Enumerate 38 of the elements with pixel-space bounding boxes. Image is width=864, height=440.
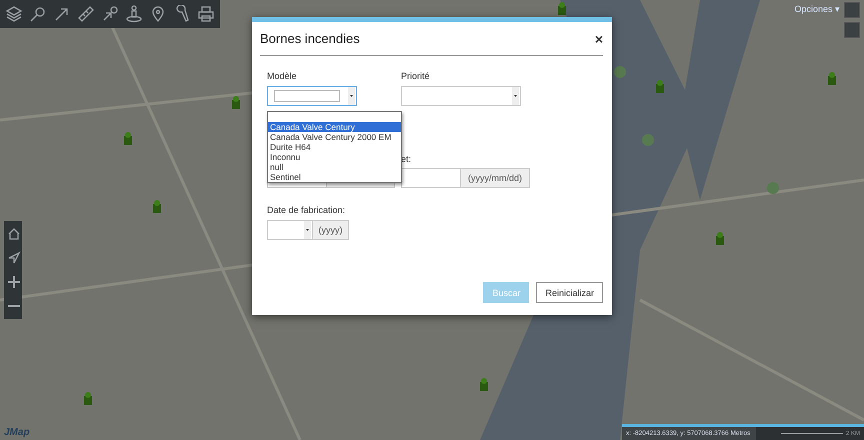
date-input[interactable]	[401, 168, 461, 188]
dropdown-option[interactable]: Durite H64	[268, 142, 401, 152]
year-select[interactable]	[267, 220, 313, 240]
person-icon[interactable]	[124, 3, 144, 25]
hydrant-icon[interactable]	[153, 200, 161, 213]
caret-icon	[512, 87, 519, 105]
dropdown-option[interactable]: Canada Valve Century	[268, 122, 401, 132]
model-select[interactable]	[267, 86, 357, 106]
tree-icon[interactable]	[767, 182, 779, 194]
tree-icon[interactable]	[614, 66, 626, 78]
dropdown-option[interactable]: Sentinel	[268, 172, 401, 182]
hydrant-icon[interactable]	[84, 392, 92, 405]
caret-icon	[348, 87, 355, 105]
dropdown-option[interactable]: Inconnu	[268, 152, 401, 162]
close-button[interactable]: ×	[594, 30, 603, 46]
year-suffix: (yyyy)	[313, 220, 349, 240]
reset-button[interactable]: Reinicializar	[536, 282, 603, 303]
dropdown-option[interactable]: null	[268, 162, 401, 172]
tree-icon[interactable]	[642, 134, 654, 146]
field-label: Modèle	[267, 71, 298, 81]
hydrant-icon[interactable]	[480, 378, 488, 391]
dropdown-option[interactable]: Canada Valve Century 2000 EM	[268, 132, 401, 142]
dialog-title: Bornes incendies	[260, 31, 360, 46]
priority-select[interactable]	[401, 86, 521, 106]
field-label: Date de fabrication:	[267, 205, 346, 215]
panel-button[interactable]	[844, 22, 860, 38]
fullscreen-button[interactable]	[844, 2, 860, 18]
logo: JMap	[4, 427, 30, 438]
hydrant-icon[interactable]	[558, 2, 566, 15]
hydrant-icon[interactable]	[232, 96, 240, 109]
caret-icon	[304, 221, 311, 239]
hydrant-icon[interactable]	[124, 132, 132, 145]
hydrant-icon[interactable]	[716, 232, 724, 245]
field-label: Priorité	[401, 71, 431, 81]
hydrant-icon[interactable]	[828, 72, 836, 85]
date-suffix: (yyyy/mm/dd)	[461, 168, 530, 188]
hydrant-icon[interactable]	[656, 80, 664, 93]
options-menu[interactable]: Opciones ▾	[794, 4, 840, 14]
